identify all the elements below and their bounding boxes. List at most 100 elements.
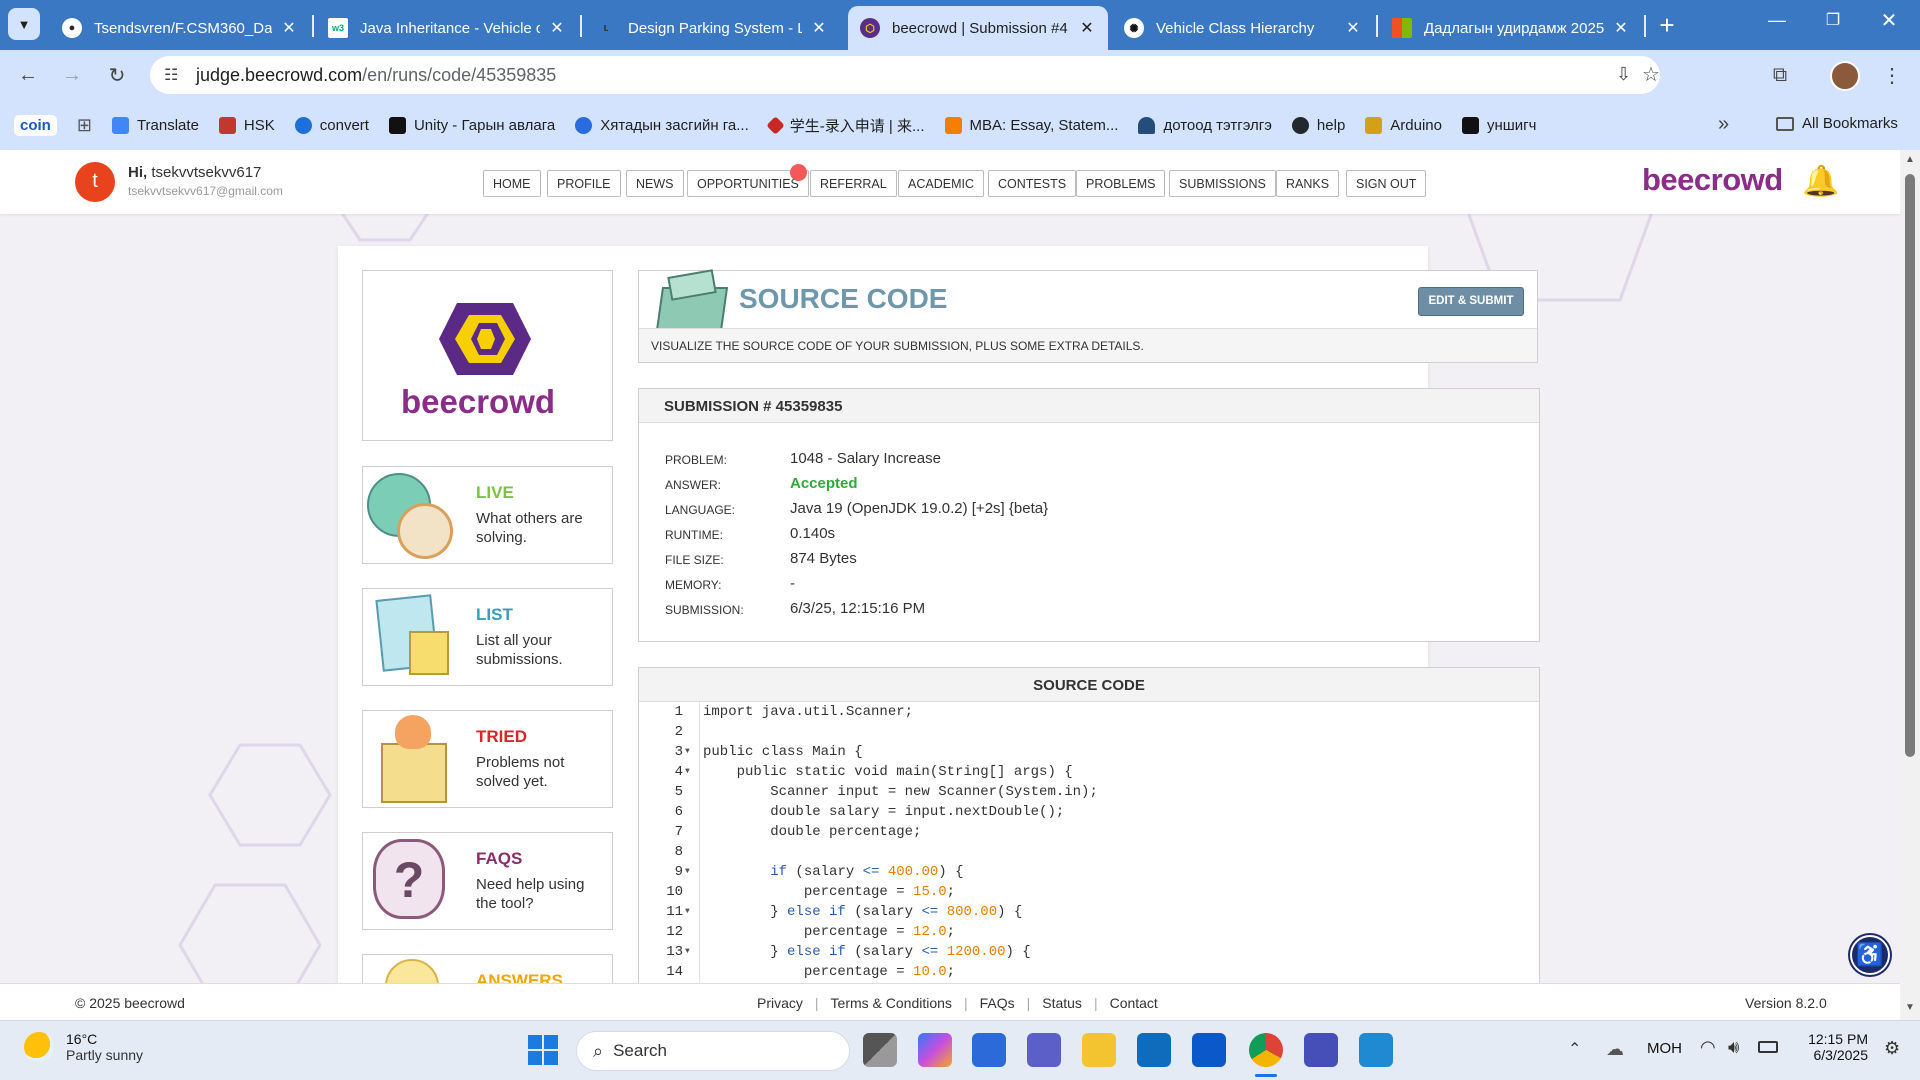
bookmark-scholarship[interactable]: дотоод тэтгэлгэ [1138,116,1272,134]
scroll-down-arrow[interactable]: ▼ [1905,1002,1915,1013]
bookmark-star-icon[interactable]: ☆ [1642,62,1660,87]
bookmark-reader[interactable]: уншигч [1461,116,1536,134]
close-tab-icon[interactable]: ✕ [548,18,566,38]
outlook-icon[interactable] [1137,1033,1171,1067]
notification-center-icon[interactable]: ⚙ [1884,1038,1900,1059]
bookmark-arduino[interactable]: Arduino [1365,116,1442,134]
wifi-icon[interactable]: ◠ [1700,1037,1716,1058]
close-tab-icon[interactable]: ✕ [1078,18,1096,38]
scrollbar-thumb[interactable] [1905,174,1915,757]
edit-submit-button[interactable]: EDIT & SUBMIT [1418,287,1524,316]
weather-widget[interactable]: 16°C Partly sunny [24,1031,143,1063]
tab-github[interactable]: ● Tsendsvren/F.CSM360_Day ✕ [50,6,310,50]
bookmark-student[interactable]: 学生-录入申请 | 来... [766,115,925,136]
tab-office[interactable]: Дадлагын удирдамж 2025 ✕ [1380,6,1642,50]
clock[interactable]: 12:15 PM 6/3/2025 [1800,1031,1868,1063]
problem-link[interactable]: 1048 - Salary Increase [790,450,941,467]
nav-profile[interactable]: PROFILE [547,170,621,197]
close-tab-icon[interactable]: ✕ [810,18,828,38]
sidebar-item-list[interactable]: LIST List all your submissions. [362,588,613,686]
nav-ranks[interactable]: RANKS [1276,170,1340,197]
close-tab-icon[interactable]: ✕ [1344,18,1362,38]
sidebar-logo-box[interactable]: beecrowd [362,270,613,441]
teams-icon[interactable] [1027,1033,1061,1067]
bookmark-coin[interactable]: coin [14,114,57,136]
microsoft-store-icon[interactable] [972,1033,1006,1067]
tab-search-button[interactable]: ▼ [8,8,40,40]
beecrowd-logo[interactable]: beecrowd [1642,162,1783,198]
nav-submissions[interactable]: SUBMISSIONS [1169,170,1276,197]
chrome-icon[interactable] [1249,1033,1283,1067]
reload-button[interactable]: ↻ [103,61,131,89]
bookmark-translate[interactable]: Translate [111,116,199,134]
fold-arrow-icon[interactable]: ▼ [685,747,690,756]
nav-sign-out[interactable]: SIGN OUT [1346,170,1427,197]
bookmark-help[interactable]: help [1291,116,1345,134]
nav-problems[interactable]: PROBLEMS [1076,170,1166,197]
apps-grid-icon[interactable]: ⊞ [77,115,92,136]
vscode-icon[interactable] [1359,1033,1393,1067]
tab-w3schools[interactable]: w3 Java Inheritance - Vehicle c ✕ [316,6,578,50]
site-info-icon[interactable]: ☷ [164,65,178,85]
restore-button[interactable]: ❐ [1808,10,1858,40]
nav-home[interactable]: HOME [483,170,541,197]
bookmark-convert[interactable]: convert [294,116,369,134]
bookmark-mba[interactable]: MBA: Essay, Statem... [944,116,1118,134]
windows-app-icon[interactable] [1192,1033,1226,1067]
bookmark-hsk[interactable]: HSK [218,116,275,134]
page-scrollbar[interactable]: ▲ ▼ [1900,150,1920,1020]
code-editor[interactable]: 1 import java.util.Scanner; 2 3 ▼ public clas… [639,704,1539,1020]
minimize-button[interactable]: — [1752,10,1802,40]
footer-link-terms[interactable]: Terms & Conditions [831,995,952,1011]
onedrive-cloud-icon[interactable]: ☁ [1606,1039,1624,1060]
bookmark-china-gov[interactable]: Хятадын засгийн га... [575,116,749,134]
task-view-icon[interactable] [863,1033,897,1067]
scroll-up-arrow[interactable]: ▲ [1905,154,1915,165]
avatar[interactable]: t [75,162,115,202]
fold-arrow-icon[interactable]: ▼ [685,907,690,916]
extensions-button[interactable]: ⧉ [1766,61,1794,89]
sidebar-item-tried[interactable]: TRIED Problems not solved yet. [362,710,613,808]
close-tab-icon[interactable]: ✕ [1612,18,1630,38]
tab-beecrowd-active[interactable]: ⬡ beecrowd | Submission #4 ✕ [848,6,1108,50]
close-window-button[interactable]: ✕ [1864,8,1914,38]
taskbar-search-box[interactable]: ⌕ Search [576,1031,850,1071]
forward-button[interactable]: → [58,61,86,89]
accessibility-button[interactable]: ♿ [1850,935,1890,975]
menu-button[interactable]: ⋮ [1878,61,1906,89]
sidebar-item-faqs[interactable]: ? FAQS Need help using the tool? [362,832,613,930]
all-bookmarks-button[interactable]: All Bookmarks [1776,115,1898,132]
footer-link-status[interactable]: Status [1042,995,1082,1011]
back-button[interactable]: ← [14,61,42,89]
clock-date: 6/3/2025 [1813,1047,1869,1063]
show-hidden-icons-chevron[interactable]: ⌃ [1568,1039,1581,1059]
file-explorer-icon[interactable] [1082,1033,1116,1067]
battery-icon[interactable] [1758,1041,1778,1053]
nav-academic[interactable]: ACADEMIC [898,170,984,197]
nav-contests[interactable]: CONTESTS [988,170,1077,197]
footer-link-faqs[interactable]: FAQs [980,995,1015,1011]
close-tab-icon[interactable]: ✕ [280,18,298,38]
volume-icon[interactable]: 🔊︎ [1728,1037,1739,1058]
tab-chatgpt[interactable]: ✺ Vehicle Class Hierarchy ✕ [1112,6,1374,50]
notification-bell-icon[interactable]: 🔔 [1802,164,1839,199]
tab-leetcode[interactable]: ʟ Design Parking System - Le ✕ [584,6,840,50]
nav-referral[interactable]: REFERRAL [810,170,897,197]
input-language[interactable]: МОН [1647,1040,1682,1057]
nav-news[interactable]: NEWS [626,170,684,197]
address-bar[interactable]: ☷ judge.beecrowd.com/en/runs/code/453598… [150,56,1660,94]
start-button[interactable] [528,1035,558,1065]
install-app-icon[interactable]: ⇩ [1616,64,1631,85]
fold-arrow-icon[interactable]: ▼ [685,867,690,876]
fold-arrow-icon[interactable]: ▼ [685,947,690,956]
profile-avatar[interactable] [1830,61,1860,91]
more-bookmarks-button[interactable]: » [1718,113,1729,136]
copilot-icon[interactable] [918,1033,952,1067]
teams-work-icon[interactable] [1304,1033,1338,1067]
new-tab-button[interactable]: + [1652,12,1682,40]
bookmark-unity[interactable]: Unity - Гарын авлага [388,116,555,134]
footer-link-privacy[interactable]: Privacy [757,995,803,1011]
sidebar-item-live[interactable]: LIVE What others are solving. [362,466,613,564]
fold-arrow-icon[interactable]: ▼ [685,767,690,776]
footer-link-contact[interactable]: Contact [1110,995,1158,1011]
